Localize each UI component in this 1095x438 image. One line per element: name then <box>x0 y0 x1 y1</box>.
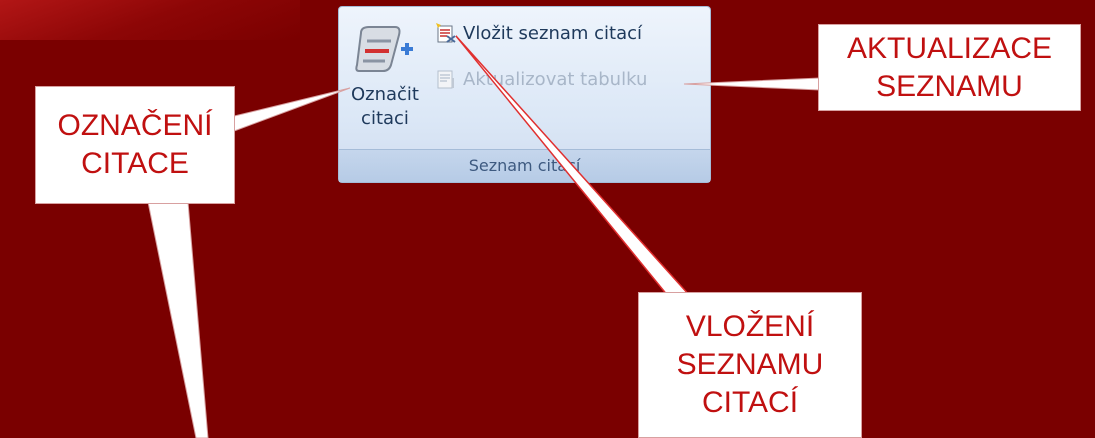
callout-insert-list-line2: SEZNAMU <box>676 348 824 381</box>
callout-insert-list-line3: CITACÍ <box>701 386 799 419</box>
callout-update-list-line2: SEZNAMU <box>876 69 1023 103</box>
callout-insert-list: VLOŽENÍ SEZNAMU CITACÍ <box>638 292 862 438</box>
callout-mark-citation-line1: OZNAČENÍ <box>57 109 213 142</box>
pointer-update-list <box>683 77 821 91</box>
callout-update-list-line1: AKTUALIZACE <box>846 31 1053 65</box>
pointer-insert-list <box>455 35 692 297</box>
callout-insert-list-line1: VLOŽENÍ <box>685 310 815 343</box>
pointer-mark-citation-down <box>147 201 209 438</box>
pointer-mark-citation-up <box>225 87 351 135</box>
callout-mark-citation-line2: CITACE <box>81 147 189 180</box>
callout-mark-citation: OZNAČENÍ CITACE <box>35 86 235 204</box>
callout-update-list: AKTUALIZACE SEZNAMU <box>818 24 1081 111</box>
